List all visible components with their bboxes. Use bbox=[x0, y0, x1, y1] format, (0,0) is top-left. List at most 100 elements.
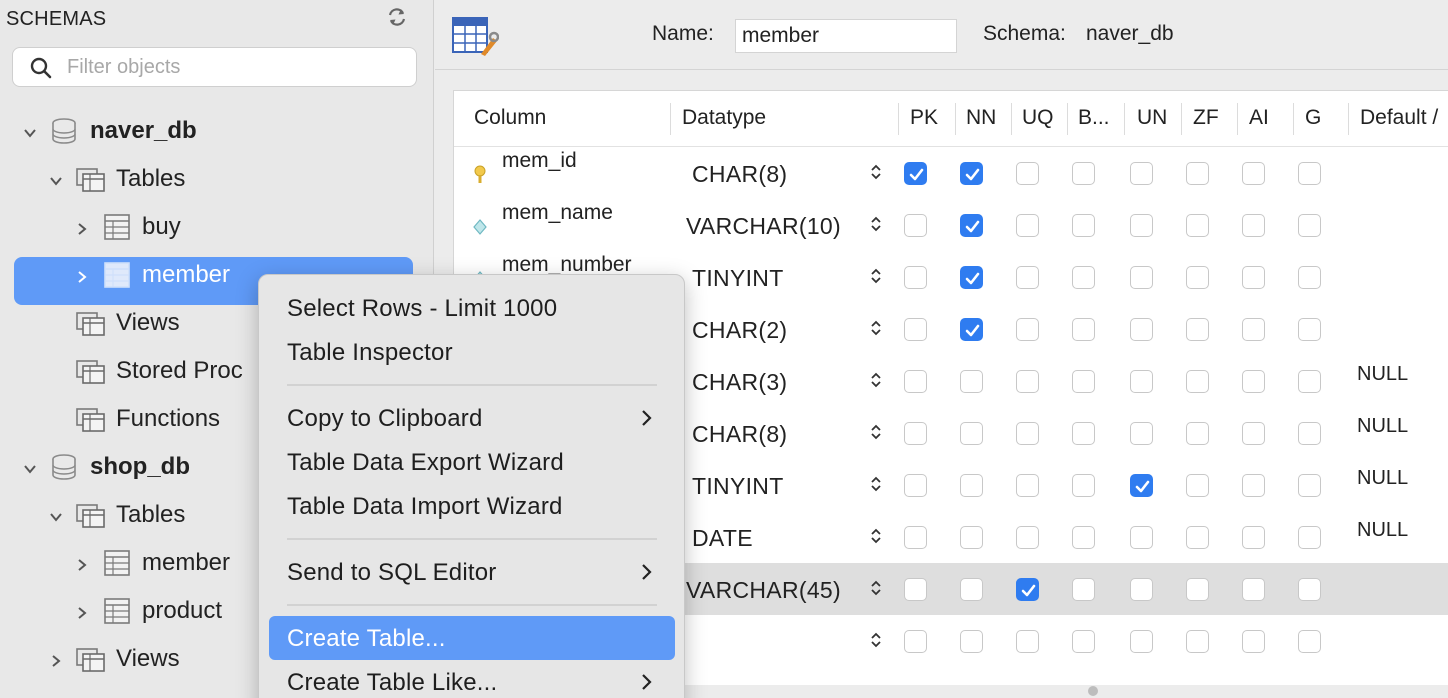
g-checkbox[interactable] bbox=[1298, 526, 1321, 549]
nn-checkbox[interactable] bbox=[960, 474, 983, 497]
menu-item[interactable]: Create Table Like... bbox=[269, 660, 675, 698]
nn-checkbox[interactable] bbox=[960, 318, 983, 341]
zf-checkbox[interactable] bbox=[1186, 370, 1209, 393]
zf-checkbox[interactable] bbox=[1186, 526, 1209, 549]
ai-checkbox[interactable] bbox=[1242, 370, 1265, 393]
pk-checkbox[interactable] bbox=[904, 578, 927, 601]
datatype-stepper-icon[interactable] bbox=[870, 371, 882, 389]
menu-item[interactable]: Create Table... bbox=[269, 616, 675, 660]
un-checkbox[interactable] bbox=[1130, 162, 1153, 185]
g-checkbox[interactable] bbox=[1298, 474, 1321, 497]
binary-checkbox[interactable] bbox=[1072, 370, 1095, 393]
header-uq[interactable]: UQ bbox=[1022, 106, 1054, 130]
column-datatype[interactable]: CHAR(8) bbox=[692, 161, 787, 188]
pk-checkbox[interactable] bbox=[904, 474, 927, 497]
header-zf[interactable]: ZF bbox=[1193, 106, 1219, 130]
g-checkbox[interactable] bbox=[1298, 162, 1321, 185]
column-name[interactable]: mem_name bbox=[502, 201, 613, 225]
g-checkbox[interactable] bbox=[1298, 630, 1321, 653]
chevron-right-icon[interactable] bbox=[74, 557, 90, 573]
column-default[interactable]: NULL bbox=[1357, 467, 1408, 490]
datatype-stepper-icon[interactable] bbox=[870, 423, 882, 441]
chevron-down-icon[interactable] bbox=[22, 125, 38, 141]
nn-checkbox[interactable] bbox=[960, 266, 983, 289]
datatype-stepper-icon[interactable] bbox=[870, 527, 882, 545]
datatype-stepper-icon[interactable] bbox=[870, 631, 882, 649]
un-checkbox[interactable] bbox=[1130, 526, 1153, 549]
uq-checkbox[interactable] bbox=[1016, 630, 1039, 653]
un-checkbox[interactable] bbox=[1130, 422, 1153, 445]
chevron-right-icon[interactable] bbox=[74, 605, 90, 621]
nn-checkbox[interactable] bbox=[960, 578, 983, 601]
menu-item[interactable]: Send to SQL Editor bbox=[269, 550, 675, 594]
binary-checkbox[interactable] bbox=[1072, 162, 1095, 185]
column-datatype[interactable]: CHAR(3) bbox=[692, 369, 787, 396]
uq-checkbox[interactable] bbox=[1016, 578, 1039, 601]
column-default[interactable]: NULL bbox=[1357, 363, 1408, 386]
column-row[interactable]: mem_id CHAR(8) bbox=[454, 147, 1448, 199]
chevron-down-icon[interactable] bbox=[48, 173, 64, 189]
column-row[interactable]: mem_name VARCHAR(10) bbox=[454, 199, 1448, 251]
ai-checkbox[interactable] bbox=[1242, 526, 1265, 549]
zf-checkbox[interactable] bbox=[1186, 266, 1209, 289]
binary-checkbox[interactable] bbox=[1072, 266, 1095, 289]
zf-checkbox[interactable] bbox=[1186, 630, 1209, 653]
column-datatype[interactable]: DATE bbox=[692, 525, 753, 552]
ai-checkbox[interactable] bbox=[1242, 214, 1265, 237]
binary-checkbox[interactable] bbox=[1072, 578, 1095, 601]
pk-checkbox[interactable] bbox=[904, 630, 927, 653]
g-checkbox[interactable] bbox=[1298, 318, 1321, 341]
zf-checkbox[interactable] bbox=[1186, 422, 1209, 445]
g-checkbox[interactable] bbox=[1298, 578, 1321, 601]
pk-checkbox[interactable] bbox=[904, 266, 927, 289]
tree-item-folder[interactable]: Tables bbox=[0, 155, 420, 203]
pk-checkbox[interactable] bbox=[904, 162, 927, 185]
uq-checkbox[interactable] bbox=[1016, 474, 1039, 497]
datatype-stepper-icon[interactable] bbox=[870, 215, 882, 233]
nn-checkbox[interactable] bbox=[960, 526, 983, 549]
nn-checkbox[interactable] bbox=[960, 370, 983, 393]
menu-item[interactable]: Table Data Export Wizard bbox=[269, 440, 675, 484]
header-default[interactable]: Default / bbox=[1360, 106, 1438, 130]
header-g[interactable]: G bbox=[1305, 106, 1321, 130]
uq-checkbox[interactable] bbox=[1016, 526, 1039, 549]
ai-checkbox[interactable] bbox=[1242, 422, 1265, 445]
nn-checkbox[interactable] bbox=[960, 214, 983, 237]
column-datatype[interactable]: CHAR(2) bbox=[692, 317, 787, 344]
uq-checkbox[interactable] bbox=[1016, 266, 1039, 289]
pk-checkbox[interactable] bbox=[904, 526, 927, 549]
column-name[interactable]: mem_id bbox=[502, 149, 577, 173]
un-checkbox[interactable] bbox=[1130, 266, 1153, 289]
un-checkbox[interactable] bbox=[1130, 370, 1153, 393]
column-datatype[interactable]: TINYINT bbox=[692, 473, 784, 500]
uq-checkbox[interactable] bbox=[1016, 422, 1039, 445]
scroll-indicator[interactable] bbox=[1088, 686, 1098, 696]
header-pk[interactable]: PK bbox=[910, 106, 938, 130]
un-checkbox[interactable] bbox=[1130, 578, 1153, 601]
binary-checkbox[interactable] bbox=[1072, 422, 1095, 445]
binary-checkbox[interactable] bbox=[1072, 526, 1095, 549]
column-datatype[interactable]: TINYINT bbox=[692, 265, 784, 292]
refresh-icon[interactable] bbox=[386, 6, 408, 28]
column-datatype[interactable]: VARCHAR(45) bbox=[686, 577, 841, 604]
chevron-right-icon[interactable] bbox=[74, 221, 90, 237]
zf-checkbox[interactable] bbox=[1186, 214, 1209, 237]
nn-checkbox[interactable] bbox=[960, 162, 983, 185]
datatype-stepper-icon[interactable] bbox=[870, 163, 882, 181]
header-binary[interactable]: B... bbox=[1078, 106, 1110, 130]
menu-item[interactable]: Copy to Clipboard bbox=[269, 396, 675, 440]
datatype-stepper-icon[interactable] bbox=[870, 267, 882, 285]
un-checkbox[interactable] bbox=[1130, 214, 1153, 237]
column-default[interactable]: NULL bbox=[1357, 519, 1408, 542]
uq-checkbox[interactable] bbox=[1016, 370, 1039, 393]
un-checkbox[interactable] bbox=[1130, 630, 1153, 653]
tree-item-table[interactable]: buy bbox=[0, 203, 420, 251]
chevron-down-icon[interactable] bbox=[48, 509, 64, 525]
un-checkbox[interactable] bbox=[1130, 318, 1153, 341]
tree-item-database[interactable]: naver_db bbox=[0, 107, 420, 155]
pk-checkbox[interactable] bbox=[904, 214, 927, 237]
binary-checkbox[interactable] bbox=[1072, 214, 1095, 237]
column-default[interactable]: NULL bbox=[1357, 415, 1408, 438]
zf-checkbox[interactable] bbox=[1186, 162, 1209, 185]
un-checkbox[interactable] bbox=[1130, 474, 1153, 497]
